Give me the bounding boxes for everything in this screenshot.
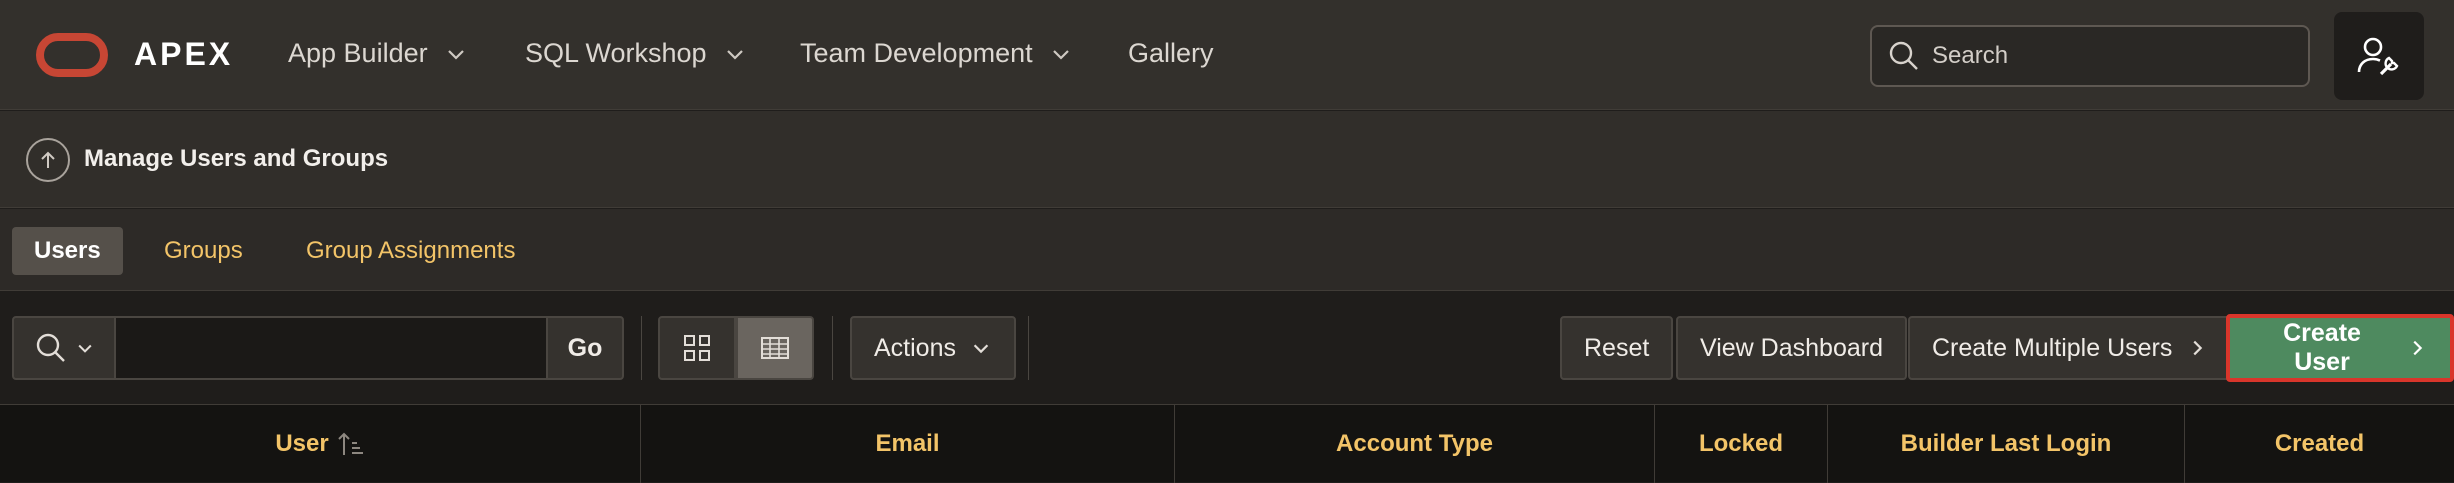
nav-app-builder[interactable]: App Builder: [288, 38, 468, 69]
apex-brand[interactable]: APEX: [134, 36, 233, 73]
page-title-bar: Manage Users and Groups: [0, 111, 2454, 208]
chevron-down-icon: [78, 344, 92, 353]
table-icon: [761, 337, 789, 359]
create-user-button[interactable]: Create User: [2226, 314, 2454, 382]
create-multiple-users-button[interactable]: Create Multiple Users: [1908, 316, 2233, 380]
chevron-down-icon: [1052, 49, 1069, 60]
nav-team-development[interactable]: Team Development: [800, 38, 1073, 69]
divider: [832, 316, 833, 380]
view-dashboard-button[interactable]: View Dashboard: [1676, 316, 1907, 380]
user-wrench-icon: [2357, 37, 2399, 76]
report-toolbar: Go Actions Reset View Dashboard Create M…: [0, 292, 2454, 404]
search-icon: [1889, 41, 1918, 70]
oracle-logo[interactable]: [36, 33, 108, 77]
parent-page-button[interactable]: [26, 138, 70, 182]
actions-label: Actions: [874, 333, 956, 362]
column-header-user-label: User: [275, 430, 329, 457]
nav-team-development-label: Team Development: [800, 38, 1033, 68]
tab-users[interactable]: Users: [12, 227, 123, 275]
chevron-right-icon: [2193, 340, 2203, 356]
search-column-selector[interactable]: [12, 316, 116, 380]
sort-ascending-icon: [337, 432, 363, 455]
nav-sql-workshop-label: SQL Workshop: [525, 38, 707, 68]
chevron-down-icon: [973, 344, 989, 354]
global-search[interactable]: [1870, 25, 2310, 87]
column-header-created[interactable]: Created: [2185, 405, 2454, 483]
divider: [641, 316, 642, 380]
arrow-up-icon: [41, 151, 55, 168]
top-header: APEX App Builder SQL Workshop Team Devel…: [0, 0, 2454, 110]
reset-button[interactable]: Reset: [1560, 316, 1674, 380]
column-header-account-type[interactable]: Account Type: [1175, 405, 1655, 483]
divider: [1028, 316, 1029, 380]
nav-gallery-label: Gallery: [1128, 38, 1214, 68]
tab-group-assignments[interactable]: Group Assignments: [284, 227, 537, 275]
report-header-row: User Email Account Type Locked Builder L…: [0, 404, 2454, 483]
tab-groups[interactable]: Groups: [142, 227, 265, 275]
column-header-locked[interactable]: Locked: [1655, 405, 1828, 483]
report-view-button[interactable]: [736, 316, 814, 380]
nav-sql-workshop[interactable]: SQL Workshop: [525, 38, 747, 69]
search-input[interactable]: [1922, 27, 2308, 85]
page-title: Manage Users and Groups: [84, 145, 389, 172]
column-header-builder-last-login[interactable]: Builder Last Login: [1828, 405, 2185, 483]
grid-icon: [684, 335, 710, 361]
report-search-input[interactable]: [116, 316, 546, 380]
chevron-right-icon: [2413, 340, 2423, 356]
nav-app-builder-label: App Builder: [288, 38, 428, 68]
create-multiple-users-label: Create Multiple Users: [1932, 333, 2173, 362]
create-user-label: Create User: [2283, 319, 2361, 376]
column-header-user[interactable]: User: [0, 405, 641, 483]
chevron-down-icon: [447, 49, 464, 60]
actions-menu-button[interactable]: Actions: [850, 316, 1016, 380]
chevron-down-icon: [726, 49, 743, 60]
go-button[interactable]: Go: [546, 316, 624, 380]
nav-gallery[interactable]: Gallery: [1128, 38, 1214, 69]
tab-bar: Users Groups Group Assignments: [0, 209, 2454, 291]
admin-user-menu-button[interactable]: [2334, 12, 2424, 100]
search-icon: [36, 333, 65, 362]
icon-view-button[interactable]: [658, 316, 736, 380]
column-header-email[interactable]: Email: [641, 405, 1175, 483]
